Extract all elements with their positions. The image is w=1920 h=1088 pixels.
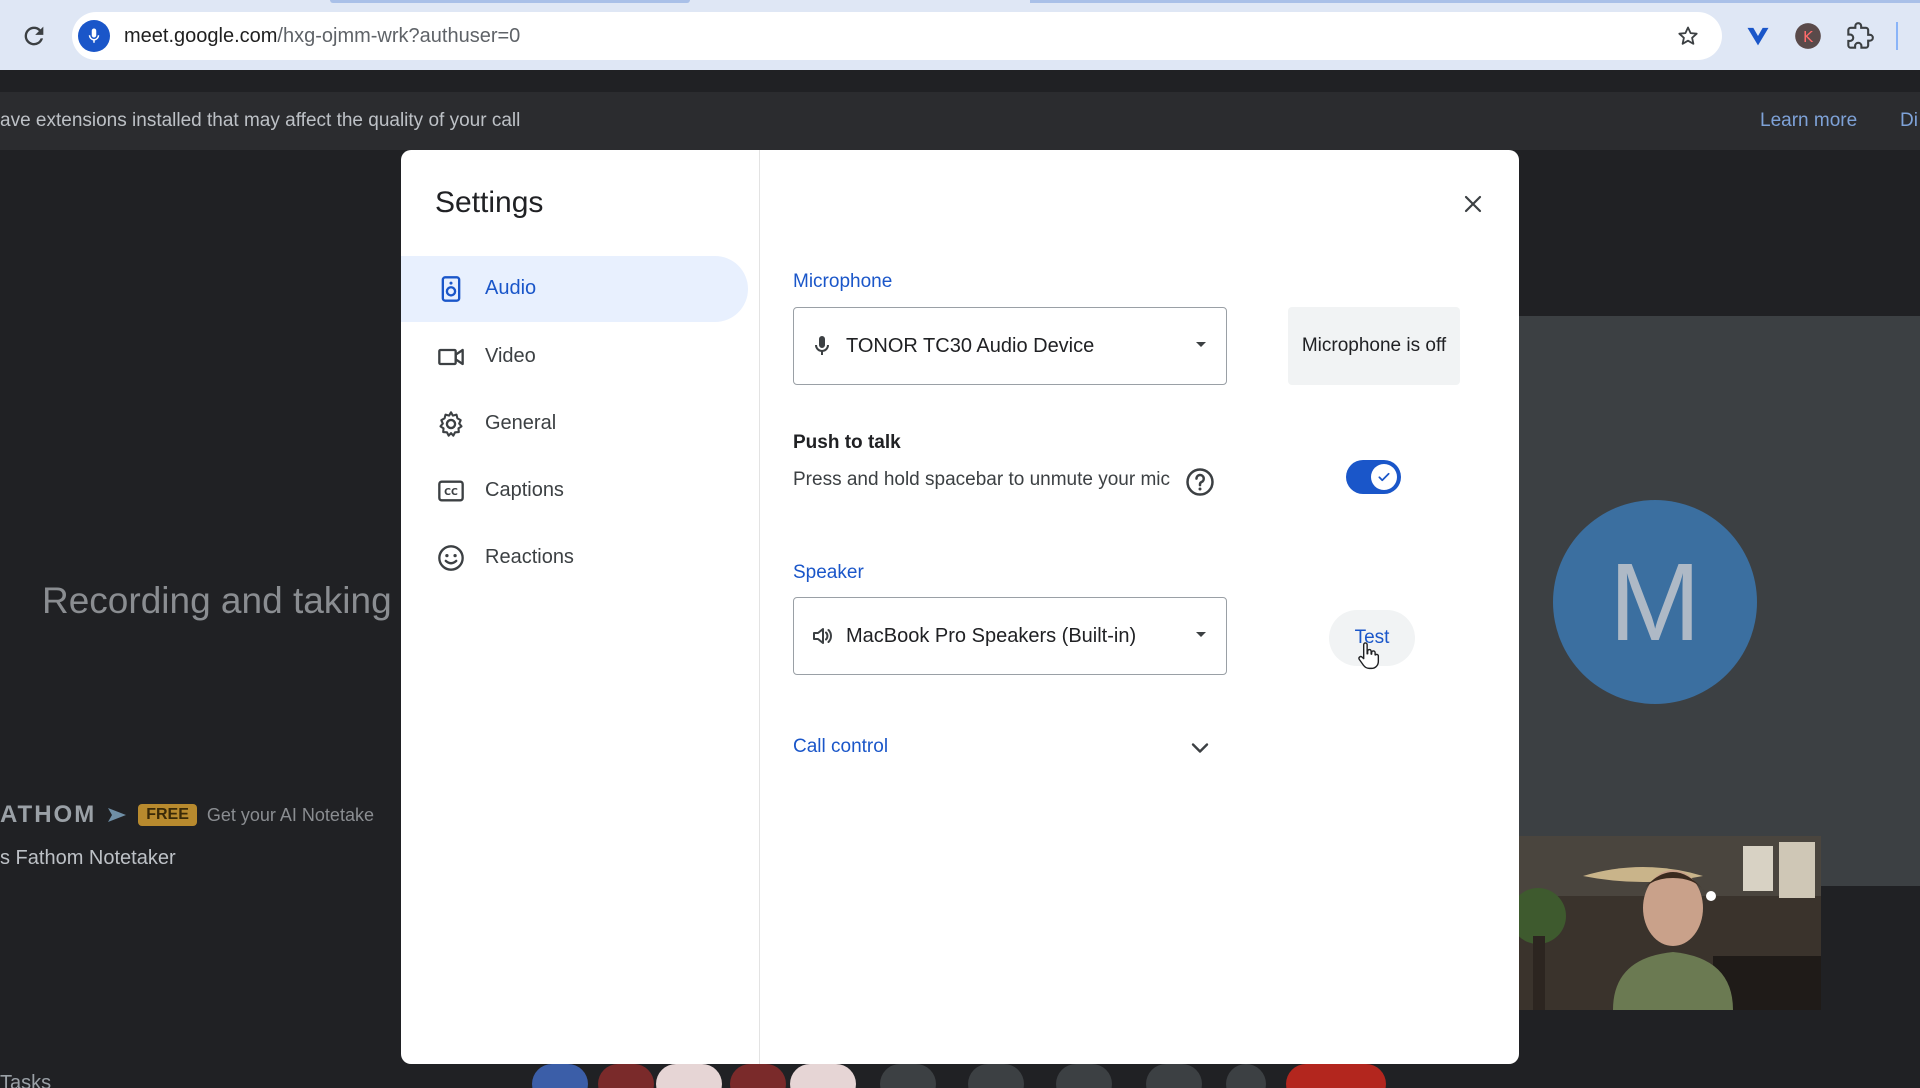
- nav-item-reactions[interactable]: Reactions: [401, 525, 748, 591]
- extension-warning-banner: ave extensions installed that may affect…: [0, 92, 1920, 150]
- browser-toolbar: meet.google.com/hxg-ojmm-wrk?authuser=0 …: [0, 0, 1920, 70]
- leave-call-button[interactable]: [1286, 1064, 1386, 1088]
- nav-item-audio[interactable]: Audio: [401, 256, 748, 322]
- fathom-tagline: Get your AI Notetake: [206, 804, 374, 825]
- toggle-knob: [1371, 464, 1397, 490]
- dismiss-link[interactable]: Di: [1900, 110, 1918, 132]
- fathom-mark-icon: [108, 808, 127, 822]
- nav-label: Video: [485, 345, 536, 367]
- dropdown-caret-icon: [1196, 632, 1206, 637]
- settings-title: Settings: [435, 186, 544, 219]
- microphone-selected-value: TONOR TC30 Audio Device: [846, 335, 1095, 357]
- learn-more-link[interactable]: Learn more: [1760, 110, 1857, 132]
- fathom-logo: ATHOM: [0, 801, 97, 828]
- speaker-section-label: Speaker: [793, 562, 864, 583]
- cc-icon: CC: [438, 480, 464, 502]
- tab-indicator: [1030, 0, 1920, 3]
- profile-extension-icon[interactable]: K: [1794, 22, 1822, 50]
- recording-notice: Recording and taking: [42, 580, 392, 621]
- close-button[interactable]: [1453, 184, 1493, 224]
- nav-label: Audio: [485, 277, 537, 299]
- url-text[interactable]: meet.google.com/hxg-ojmm-wrk?authuser=0: [124, 25, 520, 48]
- close-icon: [1464, 195, 1482, 213]
- video-icon: [438, 348, 464, 366]
- dropdown-caret-icon: [1196, 342, 1206, 347]
- site-mic-icon[interactable]: [78, 20, 110, 52]
- svg-text:K: K: [1803, 28, 1814, 46]
- reactions-button[interactable]: [968, 1064, 1024, 1088]
- tasks-label: Tasks: [0, 1072, 52, 1088]
- smiley-icon: [438, 545, 464, 571]
- free-badge: FREE: [138, 804, 197, 826]
- settings-dialog: Settings Audio Video General CC Captions…: [401, 150, 1519, 1064]
- present-button[interactable]: [1056, 1064, 1112, 1088]
- fathom-bar: ATHOM FREE Get your AI Notetake: [0, 800, 374, 830]
- speaker-select[interactable]: MacBook Pro Speakers (Built-in): [793, 597, 1227, 675]
- more-mic-button[interactable]: [730, 1064, 786, 1088]
- raise-hand-button[interactable]: [598, 1064, 654, 1088]
- nav-item-general[interactable]: General: [401, 391, 748, 457]
- tab-indicator: [330, 0, 690, 3]
- toolbar-divider: [1896, 22, 1898, 50]
- captions-button[interactable]: [880, 1064, 936, 1088]
- push-to-talk-toggle[interactable]: [1346, 460, 1401, 494]
- settings-sidebar: Settings Audio Video General CC Captions…: [401, 150, 760, 1064]
- banner-text: ave extensions installed that may affect…: [0, 110, 521, 131]
- microphone-select[interactable]: TONOR TC30 Audio Device: [793, 307, 1227, 385]
- chevron-down-icon: [1191, 743, 1209, 753]
- nav-item-video[interactable]: Video: [401, 324, 748, 390]
- raise-hand-button[interactable]: [1146, 1064, 1202, 1088]
- microphone-status: Microphone is off: [1288, 307, 1460, 385]
- more-options-button[interactable]: [1226, 1064, 1266, 1088]
- activities-button[interactable]: [532, 1064, 588, 1088]
- tab-strip: [0, 0, 1920, 4]
- bookmark-star-icon[interactable]: [1676, 24, 1700, 48]
- gear-icon: [439, 411, 463, 437]
- address-bar[interactable]: meet.google.com/hxg-ojmm-wrk?authuser=0: [72, 12, 1722, 60]
- volume-icon: [813, 628, 832, 644]
- nav-label: Reactions: [485, 546, 574, 568]
- camera-toggle-button[interactable]: [790, 1064, 856, 1088]
- url-host: meet.google.com: [124, 25, 278, 47]
- notetaker-name: s Fathom Notetaker: [0, 847, 176, 869]
- push-to-talk-title: Push to talk: [793, 432, 901, 453]
- self-video-preview: [1513, 836, 1821, 1010]
- push-to-talk-description: Press and hold spacebar to unmute your m…: [793, 469, 1171, 490]
- call-control-label: Call control: [793, 736, 889, 757]
- call-control-expander[interactable]: Call control: [793, 726, 1213, 766]
- speaker-selected-value: MacBook Pro Speakers (Built-in): [846, 625, 1137, 647]
- svg-text:CC: CC: [444, 487, 458, 498]
- extension-v-icon[interactable]: [1744, 22, 1772, 50]
- puzzle-icon[interactable]: [1846, 22, 1874, 50]
- avatar: M: [1553, 500, 1757, 704]
- speaker-icon: [441, 276, 461, 302]
- hand-cursor-icon: [1358, 642, 1380, 670]
- reload-icon[interactable]: [20, 22, 48, 50]
- nav-label: Captions: [485, 479, 564, 501]
- help-icon[interactable]: [1185, 467, 1215, 497]
- microphone-icon: [815, 336, 829, 355]
- nav-label: General: [485, 412, 557, 434]
- check-icon: [1378, 472, 1390, 482]
- mic-toggle-button[interactable]: [656, 1064, 722, 1088]
- microphone-section-label: Microphone: [793, 271, 893, 292]
- url-path: /hxg-ojmm-wrk?authuser=0: [277, 25, 521, 47]
- nav-item-captions[interactable]: CC Captions: [401, 458, 748, 524]
